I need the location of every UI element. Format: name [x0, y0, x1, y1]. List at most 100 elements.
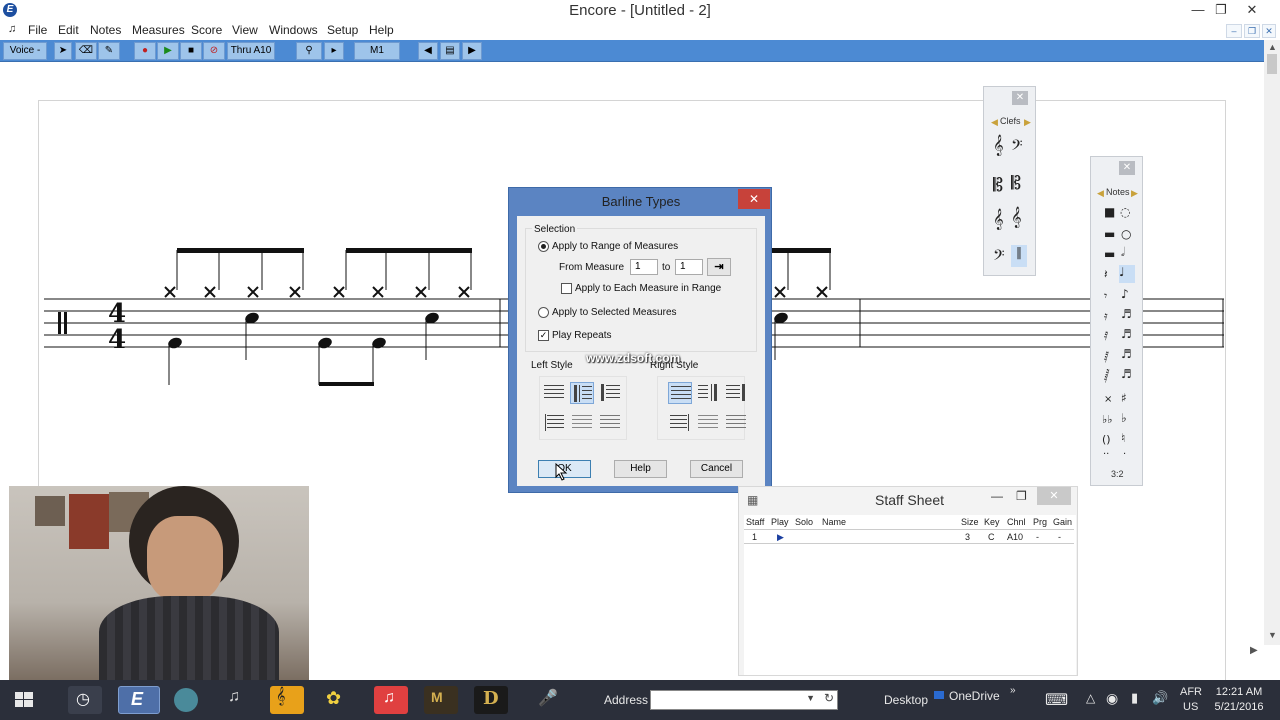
- parentheses-icon[interactable]: (): [1102, 433, 1111, 446]
- tenor-clef-icon[interactable]: 𝄡: [1011, 173, 1021, 194]
- left-barline-none[interactable]: [598, 412, 622, 434]
- half-note-icon[interactable]: 𝅗𝅥: [1121, 245, 1125, 260]
- breve-rest-icon[interactable]: ■: [1104, 205, 1115, 219]
- taskbar-app-6[interactable]: ✿: [320, 686, 354, 714]
- col-staff[interactable]: Staff: [746, 517, 764, 527]
- 128th-note-icon[interactable]: ♬: [1121, 367, 1132, 381]
- right-barline-final[interactable]: [724, 382, 748, 404]
- staff-sheet-close[interactable]: ✕: [1037, 487, 1071, 505]
- 64th-rest-icon[interactable]: 𝅁: [1104, 349, 1109, 364]
- eighth-note-icon[interactable]: ♪: [1121, 287, 1129, 301]
- whole-note-icon[interactable]: ○: [1121, 227, 1131, 241]
- natural-icon[interactable]: ♮: [1121, 431, 1125, 445]
- refresh-icon[interactable]: ↻: [824, 691, 834, 705]
- tray-circle-icon[interactable]: ◉: [1106, 690, 1118, 707]
- alto-clef-icon[interactable]: 𝄡: [993, 175, 1003, 196]
- taskbar-app-5[interactable]: 𝄞: [270, 686, 304, 714]
- double-sharp-icon[interactable]: ×: [1104, 394, 1112, 405]
- quarter-note-icon[interactable]: ♩: [1119, 265, 1135, 283]
- flat-icon[interactable]: ♭: [1121, 411, 1127, 425]
- taskbar-app-8[interactable]: M: [424, 686, 458, 714]
- right-barline-single[interactable]: [668, 382, 692, 404]
- speaker-icon[interactable]: 🔊: [1152, 690, 1168, 706]
- taskbar-app-4[interactable]: ♫: [220, 686, 254, 714]
- right-barline-repeat[interactable]: [696, 382, 720, 404]
- taskbar-app-7[interactable]: ♫: [374, 686, 408, 714]
- treble-8va-clef-icon[interactable]: 𝄞: [993, 209, 1004, 230]
- onedrive-toolbar[interactable]: OneDrive: [949, 689, 1000, 703]
- col-play[interactable]: Play: [771, 517, 789, 527]
- cancel-button[interactable]: Cancel: [690, 460, 743, 478]
- col-chnl[interactable]: Chnl: [1007, 517, 1026, 527]
- cell-prg[interactable]: -: [1036, 532, 1039, 542]
- language-bottom[interactable]: US: [1183, 701, 1198, 713]
- from-measure-field[interactable]: 1: [630, 259, 658, 275]
- tray-up-icon[interactable]: △: [1086, 691, 1095, 705]
- cell-size[interactable]: 3: [965, 532, 970, 542]
- right-barline-dashed[interactable]: [696, 412, 720, 434]
- help-button[interactable]: Help: [614, 460, 667, 478]
- percussion-clef-icon[interactable]: ‖: [1011, 245, 1027, 267]
- select-to-end-icon[interactable]: ⇥: [707, 258, 731, 276]
- quarter-rest-icon[interactable]: 𝄽: [1104, 267, 1108, 282]
- col-gain[interactable]: Gain: [1053, 517, 1072, 527]
- staff-sheet-minimize[interactable]: —: [991, 489, 1003, 503]
- 64th-note-icon[interactable]: ♬: [1121, 347, 1132, 361]
- clock-time[interactable]: 12:21 AM: [1204, 686, 1274, 698]
- treble-clef-icon[interactable]: 𝄞: [993, 135, 1004, 156]
- battery-icon[interactable]: ▮: [1131, 690, 1138, 706]
- play-repeats-checkbox[interactable]: ✓: [538, 330, 549, 341]
- col-prg[interactable]: Prg: [1033, 517, 1047, 527]
- address-input[interactable]: ▼ ↻: [650, 690, 838, 710]
- taskbar-app-10[interactable]: 🎤: [528, 686, 562, 714]
- col-key[interactable]: Key: [984, 517, 1000, 527]
- left-barline-dashed[interactable]: [570, 412, 594, 434]
- 32nd-rest-icon[interactable]: 𝅀: [1104, 329, 1108, 344]
- notes-next-icon[interactable]: ▶: [1131, 188, 1138, 199]
- clock-date[interactable]: 5/21/2016: [1204, 701, 1274, 713]
- half-rest-icon[interactable]: ▬: [1104, 247, 1115, 261]
- breve-note-icon[interactable]: ◌: [1120, 205, 1130, 219]
- treble-8vb-clef-icon[interactable]: 𝄞: [1011, 207, 1022, 228]
- dialog-close-button[interactable]: ✕: [738, 189, 770, 209]
- dot-icon[interactable]: ·: [1123, 449, 1126, 460]
- col-size[interactable]: Size: [961, 517, 979, 527]
- left-barline-repeat[interactable]: [570, 382, 594, 404]
- bass-clef-icon[interactable]: 𝄢: [1011, 137, 1023, 158]
- col-solo[interactable]: Solo: [795, 517, 813, 527]
- clefs-close-button[interactable]: ✕: [1012, 91, 1028, 105]
- start-button[interactable]: [6, 686, 42, 714]
- left-barline-thick[interactable]: [598, 382, 622, 404]
- cell-key[interactable]: C: [988, 532, 995, 542]
- double-dot-icon[interactable]: ··: [1103, 449, 1109, 460]
- desktop-toolbar[interactable]: Desktop: [884, 693, 928, 707]
- 128th-rest-icon[interactable]: 𝅂: [1104, 369, 1109, 384]
- address-dropdown-icon[interactable]: ▼: [806, 693, 815, 703]
- apply-selected-radio[interactable]: [538, 307, 549, 318]
- clefs-next-icon[interactable]: ▶: [1024, 117, 1031, 128]
- 32nd-note-icon[interactable]: ♬: [1121, 327, 1132, 341]
- taskbar-encore[interactable]: E: [118, 686, 160, 714]
- taskbar-app-1[interactable]: ◷: [68, 686, 102, 714]
- staff-sheet-maximize[interactable]: ❐: [1016, 489, 1027, 503]
- tuplet-button[interactable]: 3:2: [1111, 469, 1124, 479]
- sharp-icon[interactable]: ♯: [1121, 391, 1127, 405]
- right-barline-none[interactable]: [724, 412, 748, 434]
- eighth-rest-icon[interactable]: 𝄾: [1104, 289, 1107, 304]
- cell-play[interactable]: ▶: [777, 532, 784, 543]
- sixteenth-note-icon[interactable]: ♬: [1121, 307, 1132, 321]
- apply-range-radio[interactable]: [538, 241, 549, 252]
- col-name[interactable]: Name: [822, 517, 846, 527]
- notes-prev-icon[interactable]: ◀: [1097, 188, 1104, 199]
- whole-rest-icon[interactable]: ▬: [1104, 227, 1115, 241]
- sixteenth-rest-icon[interactable]: 𝄿: [1104, 309, 1108, 324]
- to-measure-field[interactable]: 1: [675, 259, 703, 275]
- taskbar-app-9[interactable]: D: [474, 686, 508, 714]
- toolbar-overflow-icon[interactable]: »: [1010, 685, 1016, 696]
- language-top[interactable]: AFR: [1180, 686, 1202, 698]
- bass-8vb-clef-icon[interactable]: 𝄢: [993, 247, 1005, 268]
- cell-chnl[interactable]: A10: [1007, 532, 1023, 542]
- keyboard-icon[interactable]: ⌨: [1045, 690, 1068, 710]
- notes-close-button[interactable]: ✕: [1119, 161, 1135, 175]
- cell-gain[interactable]: -: [1058, 532, 1061, 542]
